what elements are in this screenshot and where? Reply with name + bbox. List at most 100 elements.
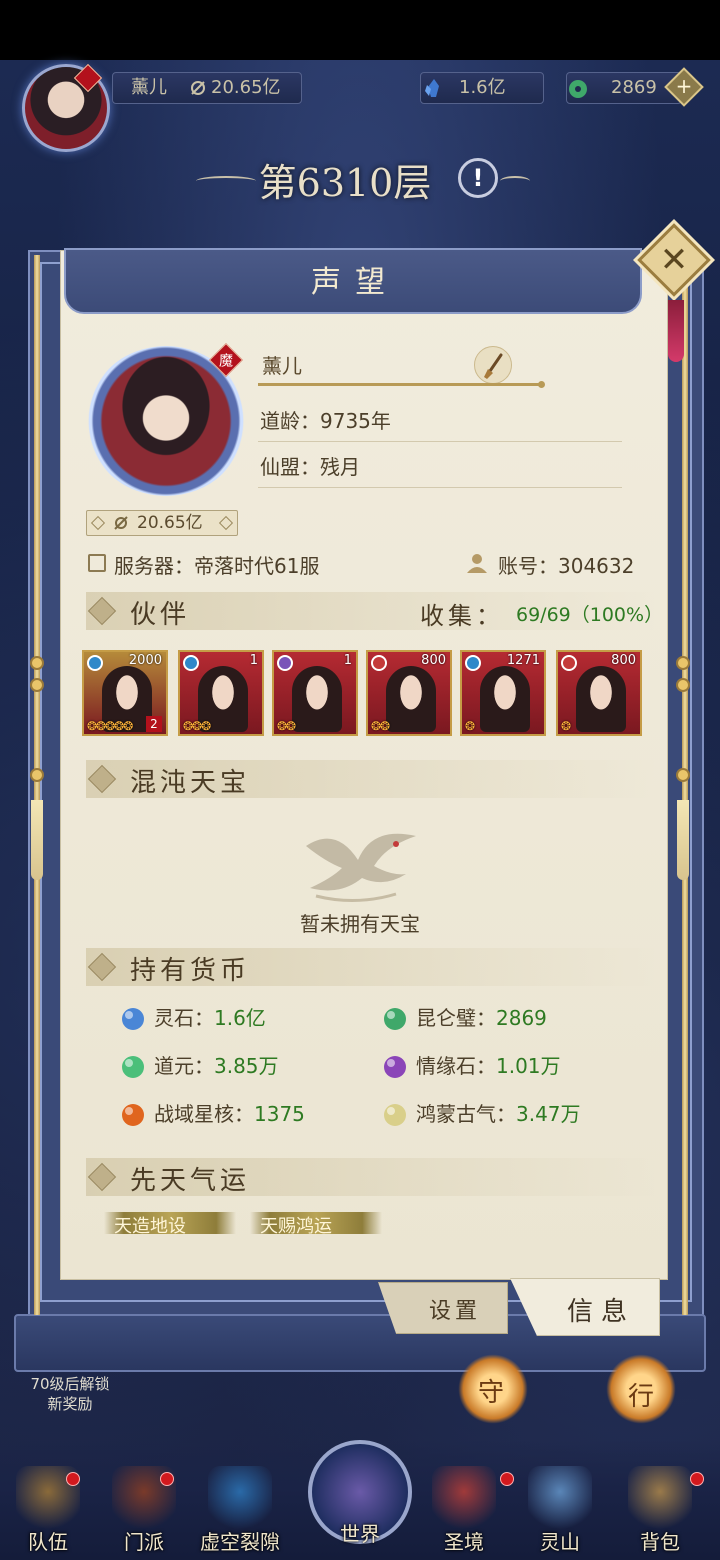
rod-knob <box>30 656 44 670</box>
currency-row: 鸿蒙古气：3.47万 <box>416 1098 581 1127</box>
jade-amount: 2869 <box>611 77 657 98</box>
partner-card[interactable]: 800 ❂ <box>556 650 642 736</box>
partner-card[interactable]: 2000 ❂❂❂❂❂ 2 <box>82 650 168 736</box>
guard-orb-label: 守 <box>478 1378 505 1408</box>
currency-value: 3.47万 <box>516 1102 581 1126</box>
plus-icon: + <box>675 74 693 98</box>
jade-icon <box>569 80 587 98</box>
fortune-chip[interactable]: 天赐鸿运 <box>250 1212 382 1234</box>
underline-dot <box>538 381 545 388</box>
nav-item[interactable]: 背包 <box>620 1458 700 1558</box>
element-icon <box>465 655 481 671</box>
spirit-stone-pill[interactable]: 1.6亿 <box>420 72 544 104</box>
currency-value: 2869 <box>496 1006 547 1030</box>
floor-title: 第6310层 <box>258 161 432 205</box>
player-info-pill: 薰儿 20.65亿 <box>112 72 302 104</box>
diamond-right-icon <box>218 515 234 531</box>
fortune-section-title: 先天气运 <box>130 1166 251 1196</box>
edit-name-button[interactable] <box>474 346 512 384</box>
currency-row: 道元：3.85万 <box>154 1050 279 1079</box>
close-tassel <box>668 300 684 362</box>
rank-orb-button[interactable]: 行 <box>606 1354 676 1424</box>
nav-label: 圣境 <box>444 1530 484 1554</box>
nav-icon <box>208 1466 272 1530</box>
nav-item[interactable]: 圣境 <box>424 1458 504 1558</box>
partner-card[interactable]: 1 ❂❂ <box>272 650 358 736</box>
spirit-stone-icon <box>425 79 439 97</box>
star-core-icon <box>118 1100 148 1130</box>
rank-orb-label: 行 <box>628 1382 655 1412</box>
collect-label: 收集： <box>420 602 504 630</box>
partner-portrait <box>292 666 342 732</box>
profile-badge-text: 魔 <box>219 353 233 370</box>
diamond-left-icon <box>90 515 106 531</box>
treasure-empty-text: 暂未拥有天宝 <box>300 912 420 936</box>
name-underline <box>258 383 544 386</box>
dao-age-value: 9735年 <box>320 409 391 433</box>
currency-row: 战域星核：1375 <box>154 1098 305 1127</box>
currency-row: 昆仑璧：2869 <box>416 1002 547 1031</box>
currency-row: 灵石：1.6亿 <box>154 1002 266 1031</box>
partner-card[interactable]: 1271 ❂ <box>460 650 546 736</box>
player-power: 20.65亿 <box>211 77 281 98</box>
nav-label: 虚空裂隙 <box>200 1530 280 1554</box>
floor-info-button[interactable]: ! <box>458 158 498 198</box>
diamond-icon <box>87 1162 117 1192</box>
currency-value: 1375 <box>254 1102 305 1126</box>
rod-knob <box>30 678 44 692</box>
nav-item[interactable]: 门派 <box>104 1458 184 1558</box>
currency-value: 1.6亿 <box>214 1006 266 1030</box>
collect-value: 69/69（100%） <box>516 604 664 626</box>
partner-stars: ❂❂ <box>371 719 390 733</box>
guard-orb-button[interactable]: 守 <box>458 1354 528 1424</box>
kunlun-jade-icon <box>380 1004 410 1034</box>
nav-label: 门派 <box>124 1530 164 1554</box>
guild-row: 仙盟：残月 <box>260 451 360 480</box>
notification-dot <box>66 1472 80 1486</box>
account-icon <box>467 554 487 573</box>
nav-item[interactable]: 世界 <box>308 1440 412 1546</box>
currency-value: 3.85万 <box>214 1054 279 1078</box>
crane-icon <box>306 833 416 902</box>
nav-label: 背包 <box>640 1530 680 1554</box>
notification-dot <box>500 1472 514 1486</box>
fortune-section-header: 先天气运 <box>86 1158 656 1196</box>
partner-level: 800 <box>611 653 636 668</box>
treasure-section-title: 混沌天宝 <box>130 768 251 798</box>
tab-settings[interactable]: 设置 <box>378 1282 508 1334</box>
nav-item[interactable]: 虚空裂隙 <box>200 1458 280 1558</box>
partner-stars: ❂ <box>465 719 475 733</box>
element-icon <box>87 655 103 671</box>
dao-age-label: 道龄： <box>260 409 320 433</box>
spirit-stone-icon <box>118 1004 148 1034</box>
cloud-decoration-right <box>500 176 530 186</box>
divider <box>258 487 622 488</box>
treasure-section-header: 混沌天宝 <box>86 760 656 798</box>
partner-card[interactable]: 1 ❂❂❂ <box>178 650 264 736</box>
nav-label: 队伍 <box>28 1530 68 1554</box>
account-row: 账号：304632 <box>498 550 634 579</box>
fortune-chip[interactable]: 天造地设 <box>104 1212 236 1234</box>
nav-item[interactable]: 灵山 <box>520 1458 600 1558</box>
partner-level: 1 <box>343 653 352 668</box>
cloud-decoration-left <box>196 176 256 186</box>
player-name: 薰儿 <box>131 77 167 98</box>
server-label: 服务器： <box>114 554 194 578</box>
notification-dot <box>690 1472 704 1486</box>
notification-dot <box>160 1472 174 1486</box>
server-icon <box>88 554 106 572</box>
partner-card[interactable]: 800 ❂❂ <box>366 650 452 736</box>
partner-portrait <box>576 666 626 732</box>
tassel-right <box>677 800 689 880</box>
tab-settings-label: 设置 <box>429 1299 482 1324</box>
guild-label: 仙盟： <box>260 455 320 479</box>
close-icon: ✕ <box>659 240 689 280</box>
partners-section-title: 伙伴 <box>130 600 191 630</box>
panel-title: 声望 <box>311 265 399 300</box>
nav-icon <box>528 1466 592 1530</box>
nav-icon <box>628 1466 692 1530</box>
currency-label: 情缘石： <box>416 1054 496 1078</box>
server-row: 服务器：帝落时代61服 <box>114 550 319 579</box>
dao-age-row: 道龄：9735年 <box>260 405 391 434</box>
partner-level: 800 <box>421 653 446 668</box>
